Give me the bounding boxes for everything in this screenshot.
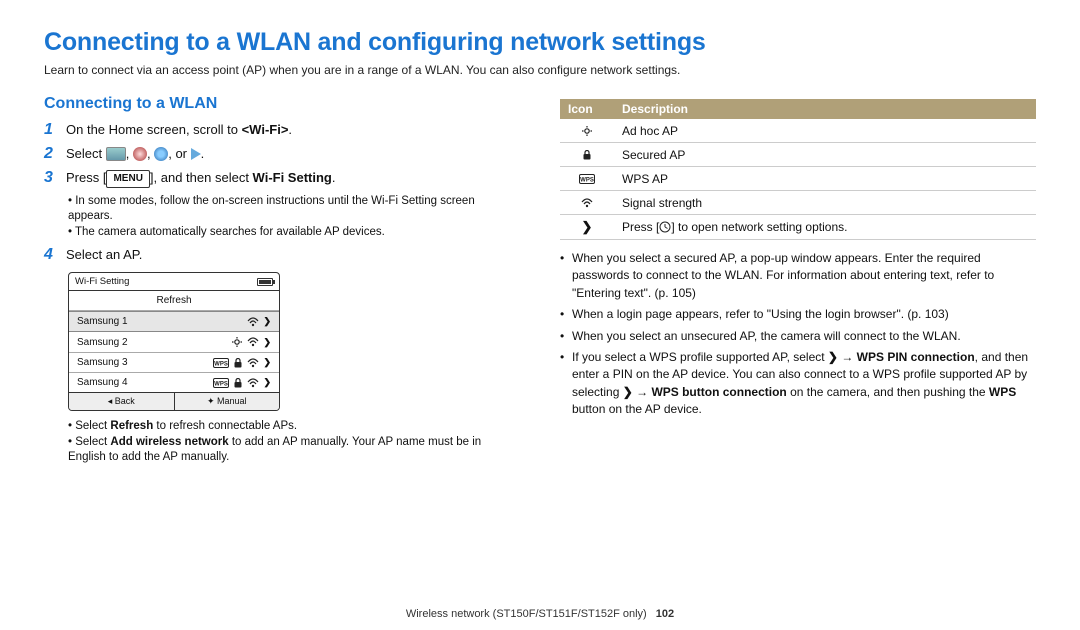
intro-text: Learn to connect via an access point (AP… bbox=[44, 63, 1036, 77]
right-column: Icon Description Ad hoc AP Secured AP WP… bbox=[560, 95, 1036, 470]
ap-status-icons: ❯ bbox=[213, 357, 271, 368]
right-bullets: When you select a secured AP, a pop-up w… bbox=[560, 250, 1036, 419]
page-footer: Wireless network (ST150F/ST151F/ST152F o… bbox=[0, 608, 1080, 620]
bullet-item: When you select a secured AP, a pop-up w… bbox=[560, 250, 1036, 302]
note-item: The camera automatically searches for av… bbox=[68, 225, 520, 241]
table-row: Ad hoc AP bbox=[560, 119, 1036, 143]
wps-icon bbox=[579, 174, 595, 184]
ap-name: Samsung 2 bbox=[77, 337, 128, 348]
lock-icon bbox=[233, 358, 243, 368]
ap-status-icons: ❯ bbox=[231, 336, 271, 348]
battery-icon bbox=[257, 278, 273, 286]
chevron-icon: ❯ bbox=[263, 357, 271, 368]
table-row: Signal strength bbox=[560, 191, 1036, 215]
step-4-notes: Select Refresh to refresh connectable AP… bbox=[68, 419, 520, 466]
table-header-desc: Description bbox=[614, 99, 1036, 119]
chevron-icon: ❯ bbox=[623, 384, 633, 401]
adhoc-icon bbox=[231, 336, 243, 348]
ap-name: Samsung 1 bbox=[77, 316, 128, 327]
ap-row[interactable]: Samsung 4 ❯ bbox=[69, 373, 279, 392]
section-heading: Connecting to a WLAN bbox=[44, 95, 520, 113]
table-desc-cell: Signal strength bbox=[614, 191, 1036, 215]
chevron-icon: ❯ bbox=[263, 377, 271, 388]
manual-button[interactable]: ✦ Manual bbox=[175, 393, 280, 410]
wps-icon bbox=[213, 378, 229, 388]
left-column: Connecting to a WLAN 1 On the Home scree… bbox=[44, 95, 520, 470]
wifi-icon bbox=[247, 358, 259, 368]
step-text: Select an AP. bbox=[66, 246, 520, 264]
ap-row[interactable]: Samsung 2 ❯ bbox=[69, 332, 279, 353]
note-item: Select Refresh to refresh connectable AP… bbox=[68, 419, 520, 435]
step-number: 1 bbox=[44, 121, 58, 139]
wifi-icon bbox=[247, 337, 259, 347]
mode-icon-2 bbox=[133, 147, 147, 161]
ap-row[interactable]: Samsung 3 ❯ bbox=[69, 353, 279, 373]
chevron-icon: ❯ bbox=[263, 316, 271, 327]
ap-status-icons: ❯ bbox=[213, 377, 271, 388]
table-icon-cell: ❯ bbox=[560, 215, 614, 240]
step-number: 4 bbox=[44, 246, 58, 264]
step-4: 4 Select an AP. bbox=[44, 246, 520, 264]
bullet-item: If you select a WPS profile supported AP… bbox=[560, 349, 1036, 419]
mode-icon-1 bbox=[106, 147, 126, 161]
lock-icon bbox=[233, 378, 243, 388]
wifi-screen-title: Wi-Fi Setting bbox=[75, 276, 129, 287]
chevron-icon: ❯ bbox=[582, 219, 593, 235]
page-title: Connecting to a WLAN and configuring net… bbox=[44, 28, 1036, 57]
chevron-icon: ❯ bbox=[828, 349, 838, 366]
wifi-icon bbox=[247, 378, 259, 388]
wifi-screen-header: Wi-Fi Setting bbox=[69, 273, 279, 291]
manual-page: Connecting to a WLAN and configuring net… bbox=[0, 0, 1080, 630]
table-icon-cell bbox=[560, 167, 614, 191]
table-desc-cell: Press [] to open network setting options… bbox=[614, 215, 1036, 240]
chevron-icon: ❯ bbox=[263, 337, 271, 348]
refresh-row[interactable]: Refresh bbox=[69, 291, 279, 311]
table-desc-cell: Secured AP bbox=[614, 143, 1036, 167]
wps-icon bbox=[213, 358, 229, 368]
step-2: 2 Select , , , or . bbox=[44, 145, 520, 163]
ap-name: Samsung 3 bbox=[77, 357, 128, 368]
back-button[interactable]: ◂ Back bbox=[69, 393, 175, 410]
step-text: Press [MENU], and then select Wi-Fi Sett… bbox=[66, 169, 520, 188]
table-icon-cell bbox=[560, 119, 614, 143]
note-item: In some modes, follow the on-screen inst… bbox=[68, 194, 520, 225]
step-3-notes: In some modes, follow the on-screen inst… bbox=[68, 194, 520, 241]
step-1: 1 On the Home screen, scroll to <Wi-Fi>. bbox=[44, 121, 520, 139]
ap-name: Samsung 4 bbox=[77, 377, 128, 388]
mode-icon-4 bbox=[191, 148, 201, 160]
table-row: Secured AP bbox=[560, 143, 1036, 167]
bullet-item: When you select an unsecured AP, the cam… bbox=[560, 328, 1036, 345]
page-number: 102 bbox=[656, 608, 674, 620]
table-row: ❯ Press [] to open network setting optio… bbox=[560, 215, 1036, 240]
wifi-screen-footer: ◂ Back ✦ Manual bbox=[69, 392, 279, 410]
icon-description-table: Icon Description Ad hoc AP Secured AP WP… bbox=[560, 99, 1036, 240]
table-row: WPS AP bbox=[560, 167, 1036, 191]
table-desc-cell: WPS AP bbox=[614, 167, 1036, 191]
table-header-icon: Icon bbox=[560, 99, 614, 119]
menu-button-icon: MENU bbox=[106, 170, 149, 188]
wifi-icon bbox=[581, 198, 593, 208]
lock-icon bbox=[582, 150, 592, 160]
wifi-setting-screen: Wi-Fi Setting Refresh Samsung 1 ❯Samsung… bbox=[68, 272, 280, 411]
table-icon-cell bbox=[560, 143, 614, 167]
adhoc-icon bbox=[581, 125, 593, 137]
mode-icon-3 bbox=[154, 147, 168, 161]
wifi-icon bbox=[247, 317, 259, 327]
ap-status-icons: ❯ bbox=[247, 316, 271, 327]
step-number: 2 bbox=[44, 145, 58, 163]
clock-icon bbox=[659, 221, 671, 233]
ap-row[interactable]: Samsung 1 ❯ bbox=[69, 311, 279, 332]
table-icon-cell bbox=[560, 191, 614, 215]
bullet-item: When a login page appears, refer to "Usi… bbox=[560, 306, 1036, 323]
table-desc-cell: Ad hoc AP bbox=[614, 119, 1036, 143]
step-text: On the Home screen, scroll to <Wi-Fi>. bbox=[66, 121, 520, 139]
note-item: Select Add wireless network to add an AP… bbox=[68, 435, 520, 466]
step-number: 3 bbox=[44, 169, 58, 187]
step-3: 3 Press [MENU], and then select Wi-Fi Se… bbox=[44, 169, 520, 188]
step-text: Select , , , or . bbox=[66, 145, 520, 163]
